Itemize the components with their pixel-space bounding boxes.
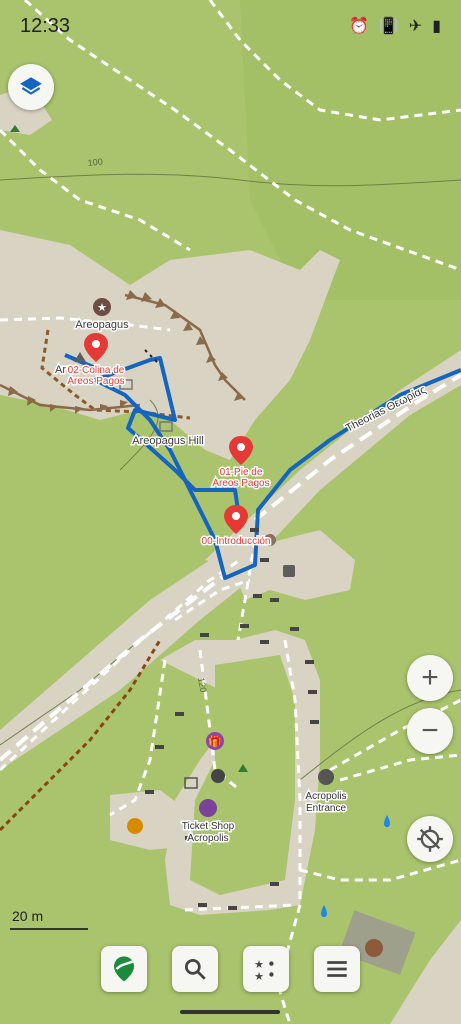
gps-off-icon [417,826,443,852]
label-areopagus-hill: Areopagus Hill [132,435,204,447]
entrance-lock-icon[interactable] [318,769,334,785]
favorites-icon: ★ ★ [254,959,274,982]
gesture-home-bar[interactable] [180,1010,280,1014]
status-time: 12:33 [20,14,71,37]
pin-dot [237,443,245,451]
atm-icon [211,769,225,783]
vibrate-icon: 📳 [378,18,399,35]
label-ticket-shop-1: Ticket Shop [182,821,235,832]
minus-icon: − [421,714,439,747]
scale-bar: 20 m [10,908,88,930]
zoom-out-button[interactable]: − [407,708,453,754]
logo-pin-icon [114,956,134,982]
menu-button[interactable] [314,946,360,992]
marker-label-line1: 01-Pie de [220,467,263,478]
marker-label-line2: Areos Pagos [67,376,124,387]
star-glyph: ★ [97,302,107,314]
location-button[interactable] [407,816,453,862]
marker-label-line1: 02-Colina de [68,365,125,376]
search-icon [184,958,206,980]
status-bar: 12:33 ⏰ 📳 ✈ ▮ [0,0,461,52]
favorites-button[interactable]: ★ ★ [243,946,289,992]
ticket-shop-icon[interactable] [199,799,217,817]
airplane-icon: ✈ [408,18,423,35]
scale-line [10,928,88,930]
app-home-button[interactable] [101,946,147,992]
label-ticket-shop-2: Acropolis [187,833,228,844]
cafe-icon[interactable] [127,818,143,834]
label-contour-100: 100 [87,156,103,168]
plus-icon: + [421,661,439,694]
gift-glyph: 🎁 [208,735,222,748]
label-ar: Ar [55,364,66,376]
scale-label: 20 m [12,908,44,924]
status-icons: ⏰ 📳 ✈ ▮ [349,16,441,36]
bottom-toolbar: ★ ★ [0,946,461,996]
layers-button[interactable] [8,64,54,110]
pin-dot [232,512,240,520]
map-canvas[interactable]: ★ 🎁 Areopagus Ar Areopagus Hill Theorias… [0,0,461,1024]
zoom-in-button[interactable]: + [407,655,453,701]
menu-icon [327,961,347,977]
svg-text:★: ★ [254,971,264,982]
marker-label-line2: Areos Pagos [212,478,269,489]
svg-text:★: ★ [254,959,264,971]
marker-label-line1: 00-Introducción [202,536,271,547]
label-acropolis-entrance-2: Entrance [306,803,346,814]
battery-icon: ▮ [432,18,441,35]
layers-icon [20,77,42,95]
pin-dot [92,340,100,348]
label-areopagus: Areopagus [75,319,129,331]
alarm-icon: ⏰ [348,18,369,35]
shop-icon [283,565,295,577]
label-acropolis-entrance-1: Acropolis [305,791,346,802]
search-button[interactable] [172,946,218,992]
